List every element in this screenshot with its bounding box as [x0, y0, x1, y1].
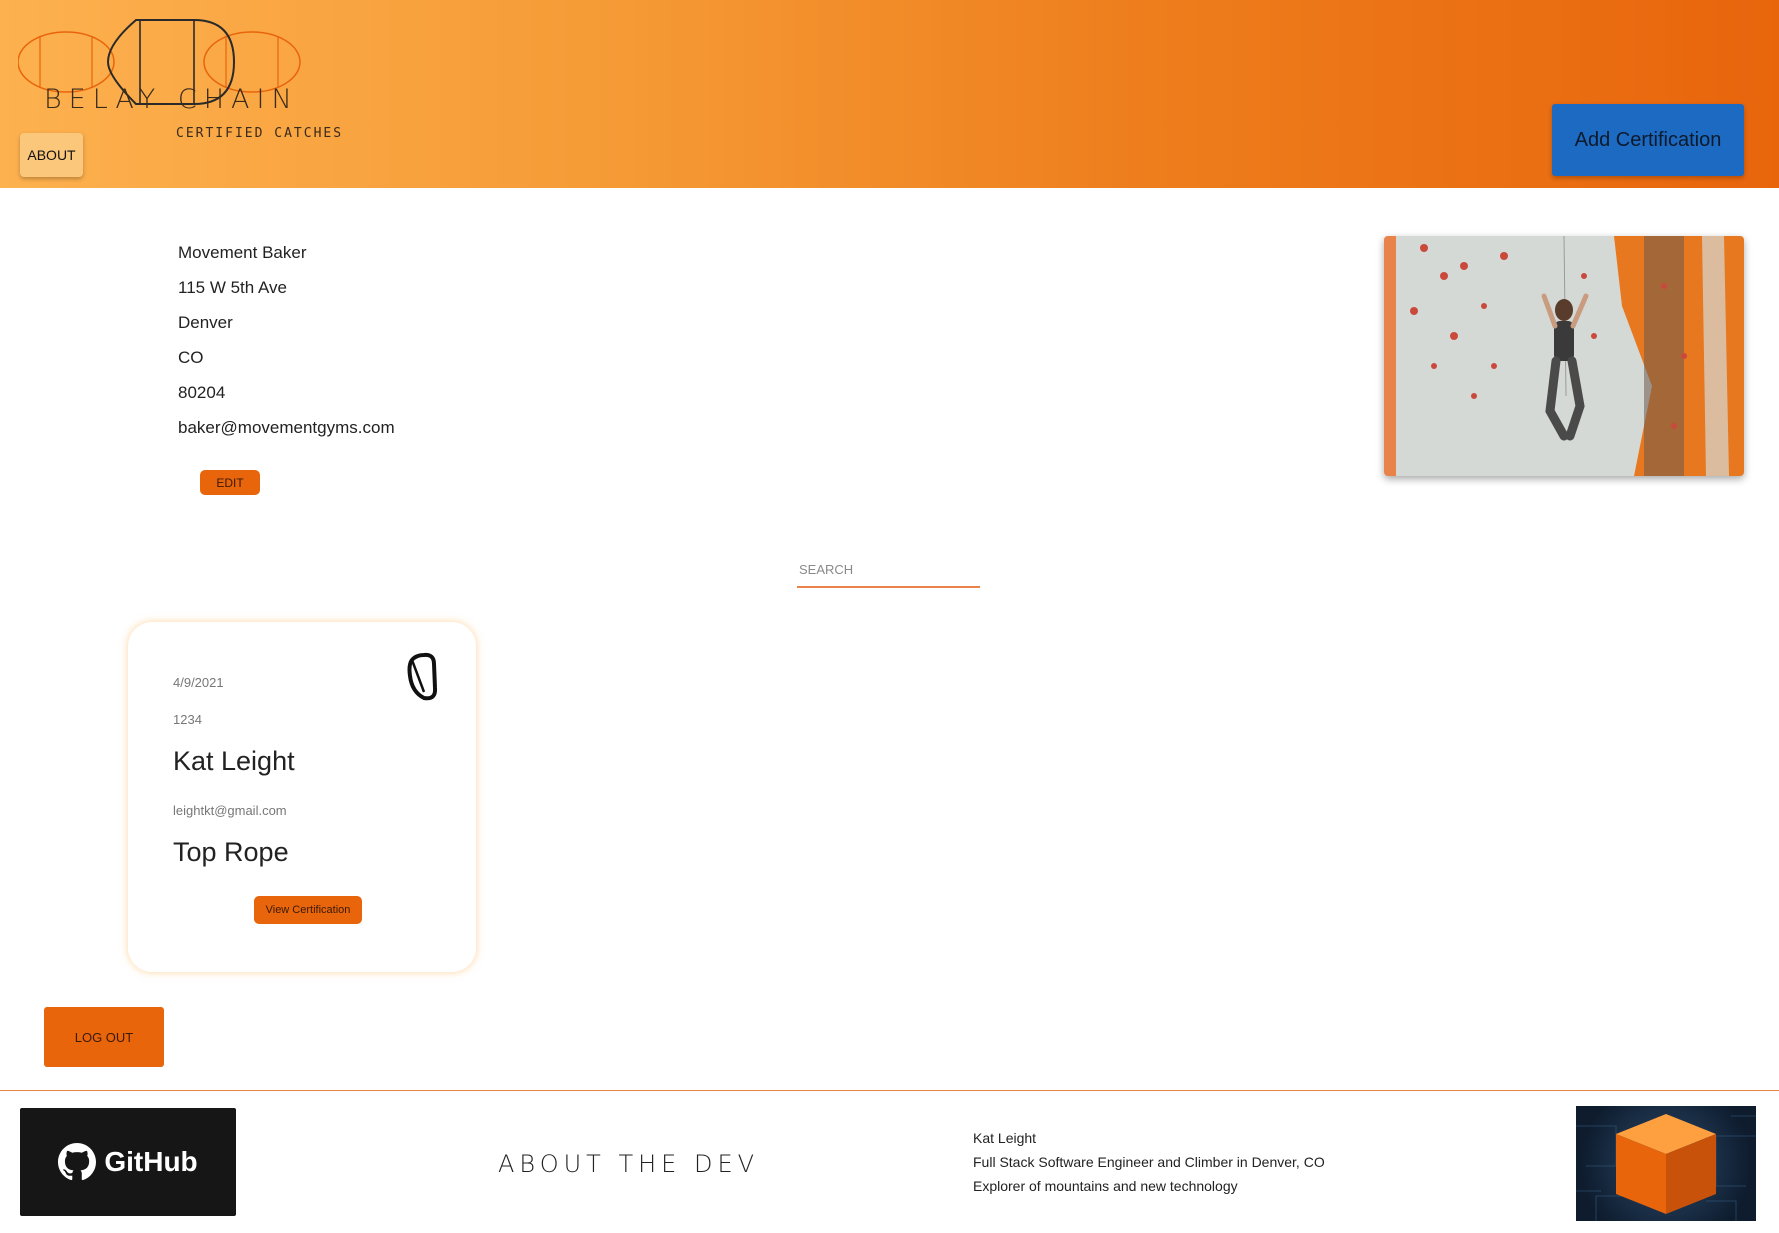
- certification-card: 4/9/2021 1234 Kat Leight leightkt@gmail.…: [128, 622, 476, 972]
- climber-name: Kat Leight: [173, 746, 295, 776]
- view-certification-button[interactable]: View Certification: [254, 896, 362, 924]
- search-input[interactable]: [797, 552, 980, 588]
- dev-role: Full Stack Software Engineer and Climber…: [973, 1154, 1325, 1170]
- dev-tagline: Explorer of mountains and new technology: [973, 1178, 1238, 1194]
- orange-cube-image[interactable]: [1576, 1106, 1756, 1221]
- github-icon: [58, 1143, 97, 1181]
- gym-street: 115 W 5th Ave: [178, 278, 287, 297]
- gym-state: CO: [178, 348, 204, 367]
- edit-gym-button[interactable]: EDIT: [200, 470, 260, 495]
- certification-number: 1234: [173, 712, 202, 727]
- about-the-dev-heading: ABOUT THE DEV: [498, 1150, 760, 1178]
- about-button[interactable]: ABOUT: [20, 133, 83, 177]
- dev-name: Kat Leight: [973, 1130, 1037, 1146]
- github-link[interactable]: GitHub: [20, 1108, 236, 1216]
- log-out-button[interactable]: LOG OUT: [44, 1007, 164, 1067]
- dev-info: Kat Leight Full Stack Software Engineer …: [973, 1128, 1325, 1200]
- footer-divider: [0, 1090, 1779, 1091]
- logo-subtitle: CERTIFIED CATCHES: [176, 126, 344, 141]
- gym-email: baker@movementgyms.com: [178, 418, 395, 437]
- add-certification-button[interactable]: Add Certification: [1552, 104, 1744, 176]
- gym-city: Denver: [178, 313, 233, 332]
- gym-zip: 80204: [178, 383, 226, 402]
- certification-type: Top Rope: [173, 837, 289, 867]
- carabiner-icon: [404, 652, 440, 702]
- climbing-gym-photo: [1384, 236, 1744, 476]
- climber-email: leightkt@gmail.com: [173, 803, 287, 818]
- logo-title: BELAY CHAIN: [44, 84, 299, 115]
- github-label: GitHub: [104, 1146, 198, 1177]
- header: BELAY CHAIN CERTIFIED CATCHES ABOUT Add …: [0, 0, 1779, 188]
- gym-name: Movement Baker: [178, 243, 307, 262]
- certification-date: 4/9/2021: [173, 675, 224, 690]
- gym-info: Movement Baker 115 W 5th Ave Denver CO 8…: [178, 240, 395, 450]
